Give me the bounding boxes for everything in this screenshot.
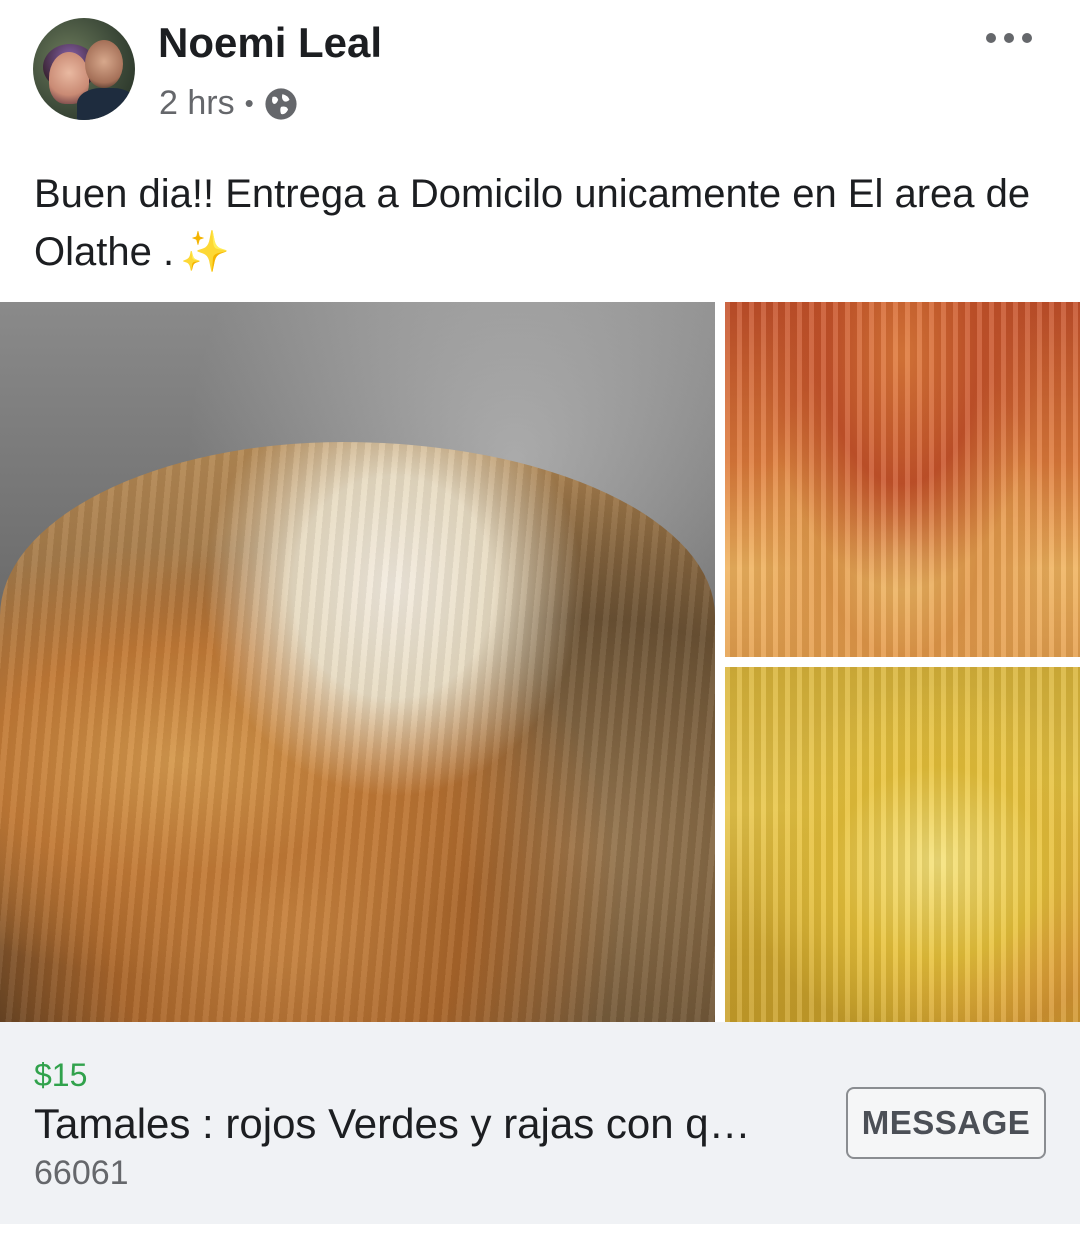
message-button[interactable]: MESSAGE [846,1087,1046,1159]
more-dot [1022,33,1032,43]
photo-gallery [0,302,1080,1022]
sparkles-emoji: ✨ [180,230,230,274]
post-timestamp[interactable]: 2 hrs [159,84,235,123]
listing-price: $15 [34,1057,88,1093]
more-options-icon[interactable] [986,22,1032,54]
yellow-tamales-photo[interactable] [725,667,1080,1022]
more-dot [1004,33,1014,43]
meta-separator: • [244,88,254,118]
more-dot [986,33,996,43]
husk-texture [0,442,715,1022]
avatar-person-shirt [77,88,135,120]
husk-texture [725,667,1080,1022]
tamales-pot-photo[interactable] [0,302,715,1022]
listing-location: 66061 [34,1154,129,1192]
post-meta: 2 hrs • [159,84,298,123]
author-avatar[interactable] [33,18,135,120]
tamales-pile [0,442,715,1022]
globe-icon[interactable] [264,87,298,121]
post-header: Noemi Leal 2 hrs • [0,0,1080,150]
listing-title: Tamales : rojos Verdes y rajas con q… [34,1100,751,1147]
post-text: Buen dia!! Entrega a Domicilo unicamente… [34,165,1044,281]
marketplace-listing[interactable]: $15 Tamales : rojos Verdes y rajas con q… [0,1022,1080,1224]
husk-texture [725,302,1080,657]
avatar-person-2 [85,40,123,88]
author-name[interactable]: Noemi Leal [158,19,382,67]
red-tamales-photo[interactable] [725,302,1080,657]
